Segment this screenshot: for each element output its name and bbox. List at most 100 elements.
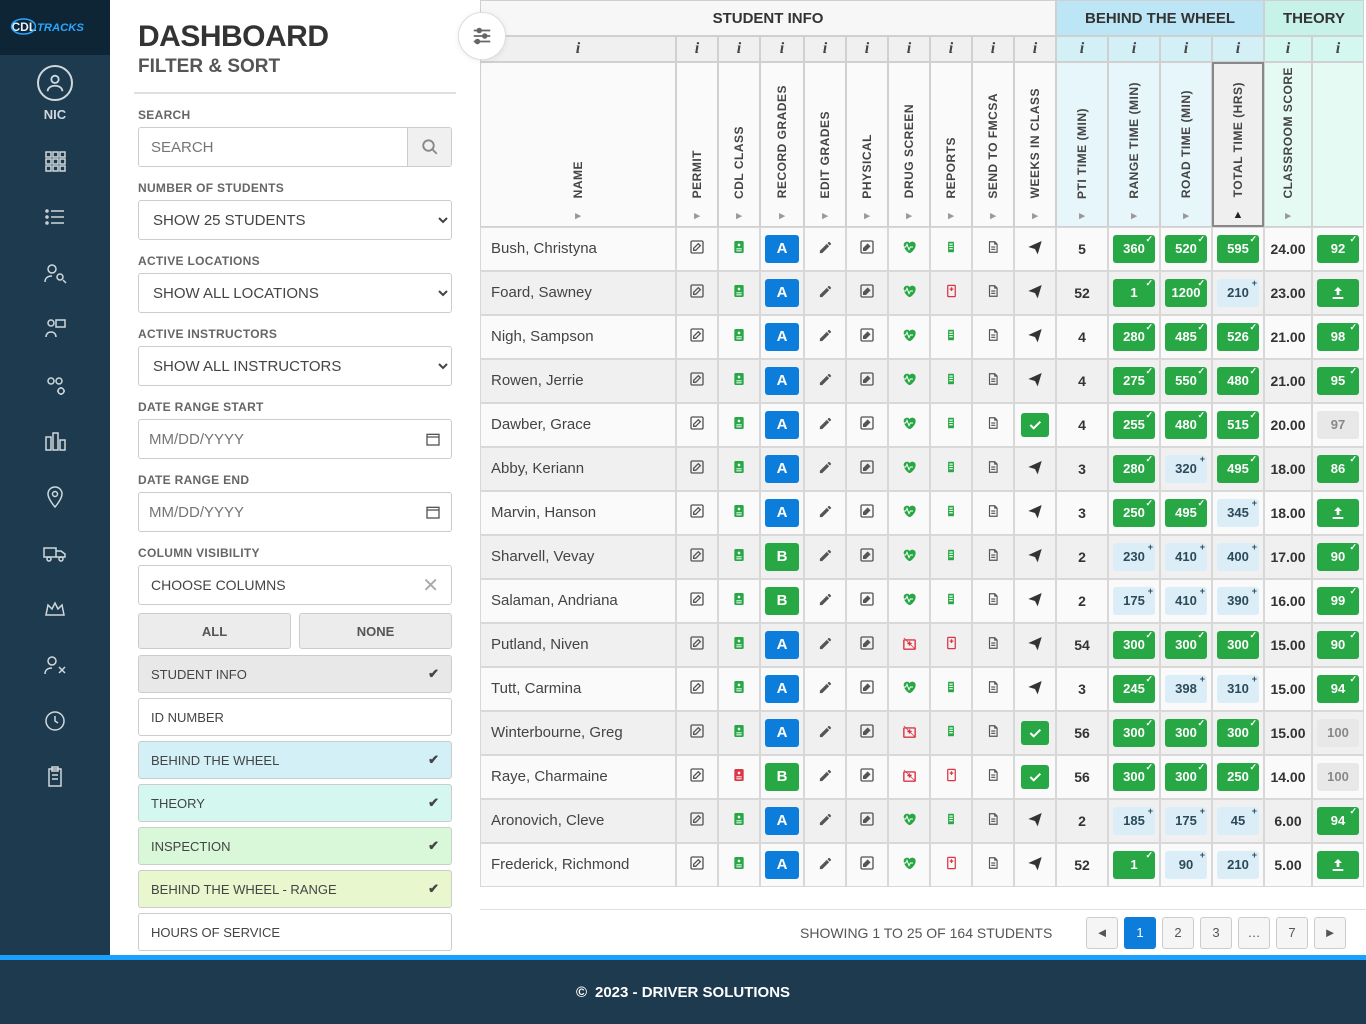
colvis-item[interactable]: BEHIND THE WHEEL - RANGE✔ [138, 870, 452, 908]
pager-prev[interactable]: ◄ [1086, 917, 1118, 949]
info-icon[interactable]: i [1212, 36, 1264, 62]
cell-send[interactable] [1014, 447, 1056, 491]
score-pill[interactable]: 99✓ [1317, 587, 1359, 615]
cell-physical[interactable] [888, 843, 930, 887]
colvis-all-button[interactable]: ALL [138, 613, 291, 649]
time-pill[interactable]: 345+ [1217, 499, 1259, 527]
pager-page[interactable]: 1 [1124, 917, 1156, 949]
col-total[interactable]: TOTAL TIME (HRS)▲ [1212, 62, 1264, 227]
time-pill[interactable]: 275✓ [1113, 367, 1155, 395]
pager-page[interactable]: 3 [1200, 917, 1232, 949]
cell-edit-grades[interactable] [846, 359, 888, 403]
search-button[interactable] [407, 128, 451, 166]
time-pill[interactable]: 300✓ [1217, 719, 1259, 747]
colvis-item[interactable]: ID NUMBER [138, 698, 452, 736]
col-range[interactable]: RANGE TIME (MIN)▸ [1108, 62, 1160, 227]
cell-cdl[interactable]: B [760, 755, 804, 799]
col-name[interactable]: NAME▸ [480, 62, 676, 227]
instructors-select[interactable]: SHOW ALL INSTRUCTORS [138, 346, 452, 386]
info-icon[interactable]: i [888, 36, 930, 62]
time-pill[interactable]: 485✓ [1165, 323, 1207, 351]
cell-record[interactable] [804, 535, 846, 579]
cell-edit-student[interactable] [676, 843, 718, 887]
time-pill[interactable]: 360✓ [1113, 235, 1155, 263]
cell-reports[interactable] [972, 359, 1014, 403]
score-pill[interactable]: 86✓ [1317, 455, 1359, 483]
cell-edit-grades[interactable] [846, 843, 888, 887]
time-pill[interactable]: 245✓ [1113, 675, 1155, 703]
time-pill[interactable]: 90+ [1165, 851, 1207, 879]
colvis-item[interactable]: BEHIND THE WHEEL✔ [138, 741, 452, 779]
cell-cdl[interactable]: A [760, 403, 804, 447]
time-pill[interactable]: 175+ [1113, 587, 1155, 615]
cell-reports[interactable] [972, 711, 1014, 755]
cell-cdl[interactable]: A [760, 843, 804, 887]
cell-drug[interactable] [930, 491, 972, 535]
cell-physical[interactable] [888, 403, 930, 447]
time-pill[interactable]: 300✓ [1113, 763, 1155, 791]
cell-drug[interactable] [930, 535, 972, 579]
score-upload[interactable] [1317, 851, 1359, 879]
cell-reports[interactable] [972, 227, 1014, 271]
score-pill[interactable]: 100 [1317, 719, 1359, 747]
cell-permit[interactable] [718, 755, 760, 799]
cell-edit-grades[interactable] [846, 755, 888, 799]
cell-send[interactable] [1014, 315, 1056, 359]
cell-edit-student[interactable] [676, 711, 718, 755]
cell-permit[interactable] [718, 403, 760, 447]
col-record[interactable]: RECORD GRADES▸ [760, 62, 804, 227]
cell-record[interactable] [804, 843, 846, 887]
score-pill[interactable]: 97 [1317, 411, 1359, 439]
cell-record[interactable] [804, 271, 846, 315]
col-class-score[interactable]: CLASSROOM SCORE▸ [1264, 62, 1312, 227]
cell-permit[interactable] [718, 535, 760, 579]
cell-send[interactable] [1014, 403, 1056, 447]
cell-send[interactable] [1014, 755, 1056, 799]
cell-edit-student[interactable] [676, 579, 718, 623]
nav-list[interactable] [0, 203, 110, 231]
nav-location[interactable] [0, 483, 110, 511]
time-pill[interactable]: 250✓ [1113, 499, 1155, 527]
cell-send[interactable] [1014, 579, 1056, 623]
cell-record[interactable] [804, 799, 846, 843]
nav-user[interactable]: NIC [37, 65, 73, 122]
cell-drug[interactable] [930, 755, 972, 799]
cell-edit-grades[interactable] [846, 579, 888, 623]
cell-drug[interactable] [930, 799, 972, 843]
cell-record[interactable] [804, 579, 846, 623]
filter-toggle-button[interactable] [458, 12, 506, 60]
cell-physical[interactable] [888, 447, 930, 491]
time-pill[interactable]: 495✓ [1217, 455, 1259, 483]
time-pill[interactable]: 400+ [1217, 543, 1259, 571]
cell-drug[interactable] [930, 315, 972, 359]
time-pill[interactable]: 210+ [1217, 851, 1259, 879]
nav-users-gear[interactable] [0, 371, 110, 399]
col-send[interactable]: SEND TO FMCSA▸ [972, 62, 1014, 227]
time-pill[interactable]: 300✓ [1165, 631, 1207, 659]
cell-edit-student[interactable] [676, 799, 718, 843]
cell-physical[interactable] [888, 799, 930, 843]
colvis-none-button[interactable]: NONE [299, 613, 452, 649]
time-pill[interactable]: 300✓ [1165, 719, 1207, 747]
cell-cdl[interactable]: A [760, 447, 804, 491]
info-icon[interactable]: i [1056, 36, 1108, 62]
cell-record[interactable] [804, 667, 846, 711]
cell-reports[interactable] [972, 579, 1014, 623]
cell-edit-grades[interactable] [846, 491, 888, 535]
time-pill[interactable]: 520✓ [1165, 235, 1207, 263]
info-icon[interactable]: i [804, 36, 846, 62]
cell-cdl[interactable]: A [760, 491, 804, 535]
cell-permit[interactable] [718, 623, 760, 667]
time-pill[interactable]: 550✓ [1165, 367, 1207, 395]
pager-page[interactable]: 2 [1162, 917, 1194, 949]
cell-edit-grades[interactable] [846, 227, 888, 271]
time-pill[interactable]: 410+ [1165, 543, 1207, 571]
col-cdl[interactable]: CDL CLASS▸ [718, 62, 760, 227]
col-pti[interactable]: PTI TIME (MIN)▸ [1056, 62, 1108, 227]
cell-edit-student[interactable] [676, 667, 718, 711]
time-pill[interactable]: 1✓ [1113, 279, 1155, 307]
cell-drug[interactable] [930, 843, 972, 887]
cell-edit-grades[interactable] [846, 447, 888, 491]
col-extra[interactable] [1312, 62, 1364, 227]
time-pill[interactable]: 300✓ [1113, 719, 1155, 747]
